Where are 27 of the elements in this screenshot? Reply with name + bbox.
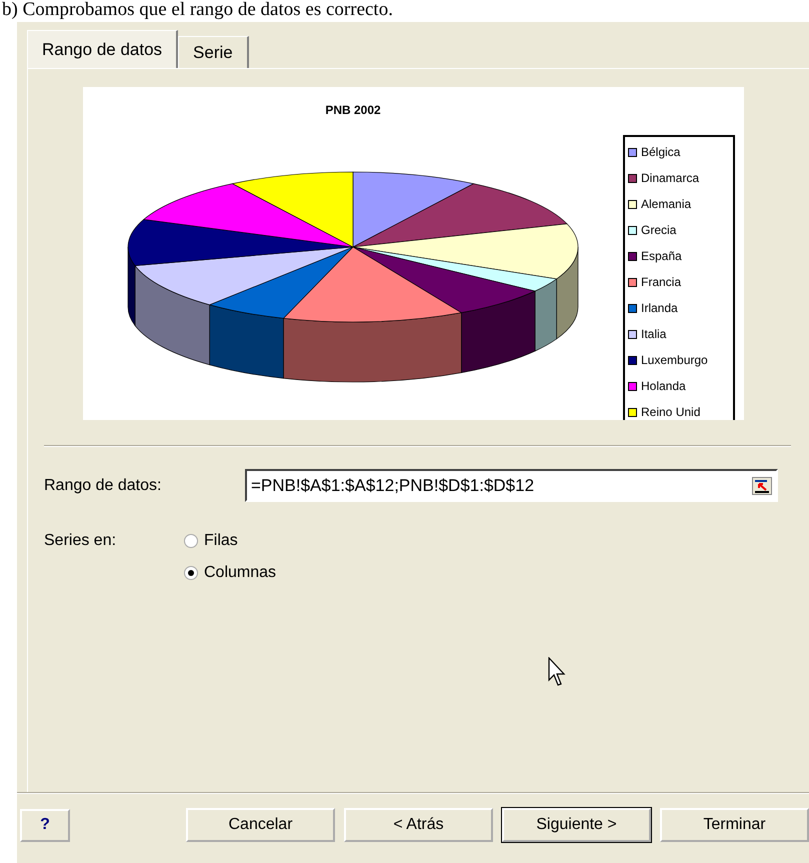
legend-label: Reino Unid — [641, 405, 700, 419]
legend-label: España — [641, 249, 682, 263]
help-button[interactable]: ? — [20, 808, 70, 842]
series-label: Series en: — [44, 532, 118, 551]
collapse-dialog-icon[interactable] — [752, 476, 772, 494]
dialog-button[interactable]: Cancelar — [186, 808, 335, 842]
legend-label: Italia — [641, 327, 666, 341]
mouse-pointer-icon — [548, 657, 568, 687]
legend-label: Grecia — [641, 223, 676, 237]
legend-label: Alemania — [641, 197, 692, 211]
radio-option[interactable]: Filas — [184, 532, 276, 550]
legend-label: Dinamarca — [641, 171, 700, 185]
legend-label: Holanda — [641, 379, 686, 393]
legend-label: Irlanda — [641, 301, 678, 315]
tab[interactable]: Serie — [178, 36, 249, 68]
legend-label: Bélgica — [641, 145, 680, 159]
radio-option[interactable]: Columnas — [184, 564, 276, 582]
dialog-button[interactable]: < Atrás — [344, 808, 493, 842]
chart-title: PNB 2002 — [324, 103, 382, 117]
field-label: Rango de datos: — [44, 476, 162, 494]
legend-label: Luxemburgo — [641, 353, 708, 367]
dialog-button[interactable]: Siguiente > — [502, 808, 651, 842]
tab[interactable]: Rango de datos — [27, 30, 178, 68]
legend-label: Francia — [641, 275, 682, 289]
heading-text: b) Comprobamos que el rango de datos es correcto. — [1, 0, 394, 20]
data-range-field[interactable]: =PNB!$A$1:$A$12;PNB!$D$1:$D$12 — [245, 469, 778, 502]
dialog-button[interactable]: Terminar — [660, 808, 809, 842]
